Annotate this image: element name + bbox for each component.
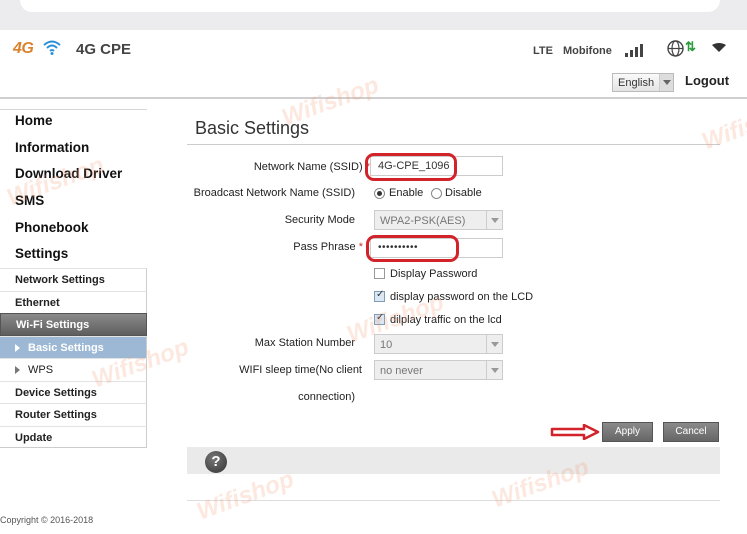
security-mode-value: WPA2-PSK(AES) — [380, 215, 466, 227]
sleep-time-label-line1: WIFI sleep time(No client — [239, 364, 362, 376]
signal-strength-icon — [625, 43, 647, 57]
sidebar-item-information[interactable]: Information — [0, 135, 147, 162]
chevron-down-icon — [659, 74, 673, 91]
watermark: Wifishop — [193, 465, 298, 526]
display-traffic-checkbox[interactable] — [374, 312, 385, 325]
display-password-checkbox[interactable] — [374, 268, 385, 279]
sidebar-item-label: WPS — [28, 364, 54, 377]
max-station-value: 10 — [380, 339, 393, 351]
sidebar-item-phonebook[interactable]: Phonebook — [0, 215, 147, 242]
help-icon[interactable]: ? — [205, 451, 227, 473]
sidebar-item-basic-settings[interactable]: Basic Settings — [0, 335, 147, 359]
header: 4G 4G CPE LTE Mobifone ⇅ English Logout — [0, 30, 747, 98]
max-station-select[interactable]: 10 — [374, 334, 503, 354]
arrow-right-icon — [550, 424, 600, 440]
triangle-right-icon — [15, 343, 20, 352]
sleep-time-select[interactable]: no never — [374, 360, 503, 380]
title-divider — [187, 144, 720, 145]
cancel-button[interactable]: Cancel — [663, 422, 719, 442]
sidebar-item-device-settings[interactable]: Device Settings — [0, 380, 147, 404]
broadcast-disable-label: Disable — [445, 187, 482, 199]
product-name: 4G CPE — [76, 41, 132, 58]
logout-link[interactable]: Logout — [685, 73, 729, 88]
page-title: Basic Settings — [195, 118, 310, 138]
pass-phrase-label: Pass Phrase * — [190, 241, 363, 253]
ssid-label-text: Network Name (SSID) — [253, 161, 363, 173]
highlight-box-pass-phrase — [366, 235, 459, 262]
sidebar-item-label: Basic Settings — [28, 341, 104, 354]
sleep-time-value: no never — [380, 365, 423, 377]
sidebar-item-wps[interactable]: WPS — [0, 358, 147, 381]
sidebar-item-download-driver[interactable]: Download Driver — [0, 161, 147, 188]
sidebar-item-sms[interactable]: SMS — [0, 188, 147, 215]
broadcast-label: Broadcast Network Name (SSID) — [193, 187, 355, 199]
sleep-time-label-line2: connection) — [298, 391, 355, 403]
broadcast-disable-radio[interactable] — [431, 188, 442, 199]
sidebar-item-network-settings[interactable]: Network Settings — [0, 268, 147, 291]
broadcast-enable-label: Enable — [389, 187, 424, 199]
sidebar-item-ethernet[interactable]: Ethernet — [0, 290, 147, 314]
highlight-box-ssid — [365, 153, 457, 181]
wifi-status-icon — [712, 43, 726, 52]
browser-address-bar[interactable] — [20, 0, 720, 12]
security-mode-select[interactable]: WPA2-PSK(AES) — [374, 210, 503, 230]
help-bar — [187, 447, 720, 474]
chevron-down-icon — [486, 211, 502, 229]
display-password-label: Display Password — [390, 268, 478, 280]
carrier-label: Mobifone — [563, 45, 612, 57]
network-type-label: LTE — [533, 45, 553, 57]
sidebar-item-update[interactable]: Update — [0, 425, 147, 449]
language-select-value: English — [618, 77, 655, 89]
watermark: Wifishop — [698, 95, 747, 156]
security-mode-label: Security Mode — [284, 214, 355, 226]
sidebar-item-wifi-settings[interactable]: Wi-Fi Settings — [0, 313, 147, 336]
sidebar-item-home[interactable]: Home — [0, 108, 147, 135]
pass-phrase-label-text: Pass Phrase — [293, 241, 356, 253]
display-lcd-label: display password on the LCD — [390, 291, 534, 303]
display-traffic-label: dilplay traffic on the lcd — [390, 314, 502, 326]
sidebar: Home Information Download Driver SMS Pho… — [0, 108, 147, 449]
logo-4g-text: 4G — [13, 40, 34, 57]
sidebar-item-settings[interactable]: Settings — [0, 241, 147, 268]
max-station-label: Max Station Number — [254, 337, 355, 349]
ssid-label: Network Name (SSID) * — [190, 161, 370, 173]
apply-button[interactable]: Apply — [602, 422, 653, 442]
browser-top-bar — [0, 0, 747, 30]
copyright-text: Copyright © 2016-2018 — [0, 515, 94, 525]
chevron-down-icon — [486, 335, 502, 353]
data-transfer-icon: ⇅ — [685, 39, 696, 54]
language-select[interactable]: English — [612, 73, 674, 92]
globe-icon — [667, 40, 684, 57]
triangle-right-icon — [15, 366, 20, 375]
sidebar-item-router-settings[interactable]: Router Settings — [0, 403, 147, 426]
broadcast-enable-radio[interactable] — [374, 188, 385, 199]
header-divider — [0, 97, 747, 99]
wifi-logo-icon — [43, 40, 61, 55]
footer-divider — [187, 500, 720, 501]
chevron-down-icon — [486, 361, 502, 379]
display-lcd-checkbox[interactable] — [374, 289, 385, 302]
required-marker: * — [358, 241, 363, 253]
